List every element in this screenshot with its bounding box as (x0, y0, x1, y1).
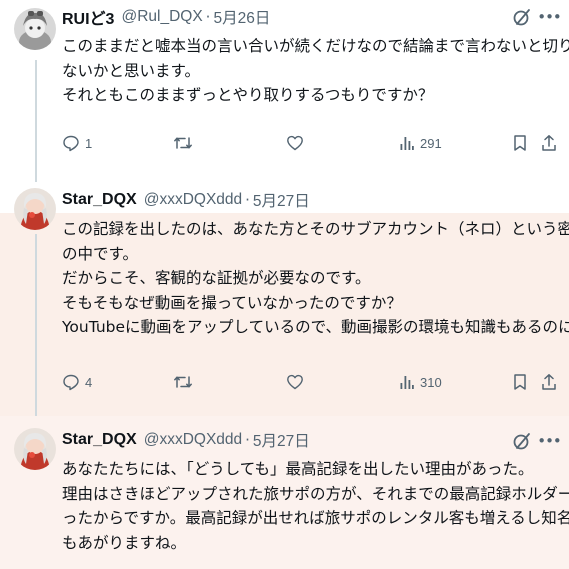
retweet-icon (174, 376, 192, 388)
tweet-date[interactable]: 5月26日 (213, 6, 270, 28)
display-name[interactable]: Star_DQX (62, 431, 137, 449)
avatar[interactable] (14, 428, 56, 470)
more-icon[interactable]: ••• (537, 432, 562, 450)
grok-icon[interactable] (511, 6, 533, 28)
retweet-button[interactable] (173, 372, 193, 392)
tweet-text: あなたたちには、「どうしても」最高記録を出したい理由があった。 理由はさきほどア… (62, 457, 569, 555)
bookmark-button[interactable] (512, 372, 528, 392)
user-handle[interactable]: @Rul_DQX (121, 8, 202, 26)
thread-line (35, 60, 37, 182)
tweet-3[interactable]: Star_DQX @xxxDQXddd · 5月27日 ••• あなたたちには、… (0, 416, 569, 569)
reply-button[interactable]: 4 (62, 372, 92, 392)
bookmark-icon (514, 374, 526, 390)
separator: · (245, 431, 250, 449)
views-button[interactable]: 310 (399, 372, 442, 392)
tweet-header: RUIど3 @Rul_DQX · 5月26日 (62, 6, 270, 28)
user-handle[interactable]: @xxxDQXddd (144, 431, 242, 449)
share-button[interactable] (541, 372, 557, 392)
tweet-text: このままだと嘘本当の言い合いが続くだけなので結論まで言わないと切りが ないかと思… (62, 34, 569, 108)
tweet-line: の中です。 (62, 244, 138, 263)
display-name[interactable]: Star_DQX (62, 191, 137, 209)
views-icon (400, 376, 414, 389)
retweet-icon (174, 137, 192, 149)
tweet-date[interactable]: 5月27日 (253, 429, 310, 451)
tweet-line: YouTubeに動画をアップしているので、動画撮影の環境も知識もあるのに。 (62, 318, 569, 336)
user-handle[interactable]: @xxxDQXddd (144, 191, 242, 209)
bookmark-button[interactable] (512, 133, 528, 153)
reply-count: 1 (85, 135, 93, 151)
bookmark-icon (514, 135, 526, 151)
thread-line (35, 234, 37, 416)
grok-icon[interactable] (511, 430, 533, 452)
views-icon (400, 137, 414, 150)
tweet-2[interactable]: Star_DQX @xxxDQXddd · 5月27日 この記録を出したのは、あ… (0, 182, 569, 416)
share-icon (542, 374, 556, 390)
reply-button[interactable]: 1 (62, 133, 92, 153)
tweet-line: そもそもなぜ動画を撮っていなかったのですか？ (62, 293, 402, 312)
retweet-button[interactable] (173, 133, 193, 153)
separator: · (245, 191, 250, 209)
separator: · (205, 8, 211, 26)
tweet-date[interactable]: 5月27日 (253, 189, 310, 211)
views-button[interactable]: 291 (399, 133, 442, 153)
tweet-line: ったからですか。最高記録が出せれば旅サポのレンタル客も増えるし知名度 (62, 509, 569, 527)
reply-count: 4 (85, 374, 93, 390)
like-button[interactable] (286, 372, 304, 392)
tweet-line: この記録を出したのは、あなた方とそのサブアカウント（ネロ）という密室 (62, 220, 569, 238)
tweet-line: このままだと嘘本当の言い合いが続くだけなので結論まで言わないと切りが (62, 37, 569, 55)
views-count: 310 (420, 374, 442, 390)
action-bar: 4 310 (62, 372, 562, 392)
share-icon (542, 135, 556, 151)
share-button[interactable] (541, 133, 557, 153)
tweet-1[interactable]: RUIど3 @Rul_DQX · 5月26日 ••• このままだと嘘本当の言い合… (0, 0, 569, 182)
views-count: 291 (420, 135, 442, 151)
reply-icon (63, 374, 79, 391)
heart-icon (287, 374, 303, 390)
tweet-line: 理由はさきほどアップされた旅サポの方が、それまでの最高記録ホルダーだ (62, 484, 569, 503)
reply-icon (63, 135, 79, 152)
action-bar: 1 291 (62, 133, 562, 153)
avatar[interactable] (14, 188, 56, 230)
tweet-line: もあがりますね。 (62, 533, 187, 552)
tweet-line: あなたたちには、「どうしても」最高記録を出したい理由があった。 (62, 460, 534, 478)
heart-icon (287, 135, 303, 151)
more-icon[interactable]: ••• (537, 8, 562, 26)
display-name[interactable]: RUIど3 (62, 5, 114, 29)
tweet-line: ないかと思います。 (62, 61, 200, 80)
tweet-line: それともこのままずっとやり取りするつもりですか？ (62, 86, 434, 104)
tweet-text: この記録を出したのは、あなた方とそのサブアカウント（ネロ）という密室 の中です。… (62, 217, 569, 340)
tweet-header: Star_DQX @xxxDQXddd · 5月27日 (62, 429, 310, 451)
tweet-line: だからこそ、客観的な証拠が必要なのです。 (62, 269, 371, 287)
avatar[interactable] (14, 8, 56, 50)
like-button[interactable] (286, 133, 304, 153)
tweet-header: Star_DQX @xxxDQXddd · 5月27日 (62, 189, 310, 211)
